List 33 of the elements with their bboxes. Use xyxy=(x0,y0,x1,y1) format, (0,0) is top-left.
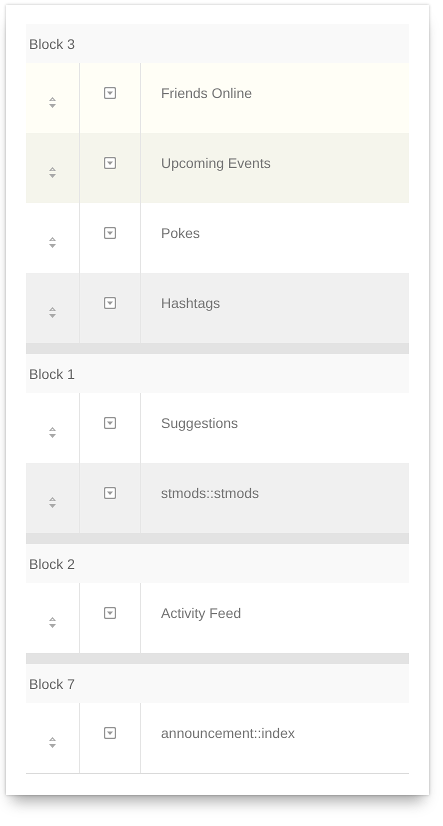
table-row[interactable]: Friends Online xyxy=(26,63,409,133)
sort-handle-icon[interactable] xyxy=(49,426,56,438)
row-label: Activity Feed xyxy=(161,605,242,621)
block-header: Block 7 xyxy=(26,664,409,703)
dropdown-icon[interactable] xyxy=(104,87,116,99)
row-label: Suggestions xyxy=(161,415,238,431)
dropdown-icon[interactable] xyxy=(104,227,116,239)
table-row[interactable]: stmods::stmods xyxy=(26,463,409,533)
table-row[interactable]: Hashtags xyxy=(26,273,409,343)
row-label: Upcoming Events xyxy=(161,155,271,171)
sort-handle-icon[interactable] xyxy=(49,236,56,248)
dropdown-icon[interactable] xyxy=(104,487,116,499)
table-row[interactable]: announcement::index xyxy=(26,703,409,774)
row-label: Friends Online xyxy=(161,85,252,101)
sort-handle-icon[interactable] xyxy=(49,736,56,748)
sort-handle-icon[interactable] xyxy=(49,306,56,318)
dropdown-icon[interactable] xyxy=(104,607,116,619)
table-row[interactable]: Upcoming Events xyxy=(26,133,409,203)
sort-handle-icon[interactable] xyxy=(49,616,56,628)
row-label: stmods::stmods xyxy=(161,485,260,501)
sort-handle-icon[interactable] xyxy=(49,96,56,108)
sort-handle-icon[interactable] xyxy=(49,496,56,508)
row-label: announcement::index xyxy=(161,725,295,741)
row-label: Hashtags xyxy=(161,295,220,311)
dropdown-icon[interactable] xyxy=(104,297,116,309)
dropdown-icon[interactable] xyxy=(104,417,116,429)
sort-handle-icon[interactable] xyxy=(49,166,56,178)
block-header: Block 3 xyxy=(26,24,409,63)
block-header: Block 1 xyxy=(26,354,409,393)
dropdown-icon[interactable] xyxy=(104,157,116,169)
row-label: Pokes xyxy=(161,225,200,241)
dropdown-icon[interactable] xyxy=(104,727,116,739)
block-header: Block 2 xyxy=(26,544,409,583)
